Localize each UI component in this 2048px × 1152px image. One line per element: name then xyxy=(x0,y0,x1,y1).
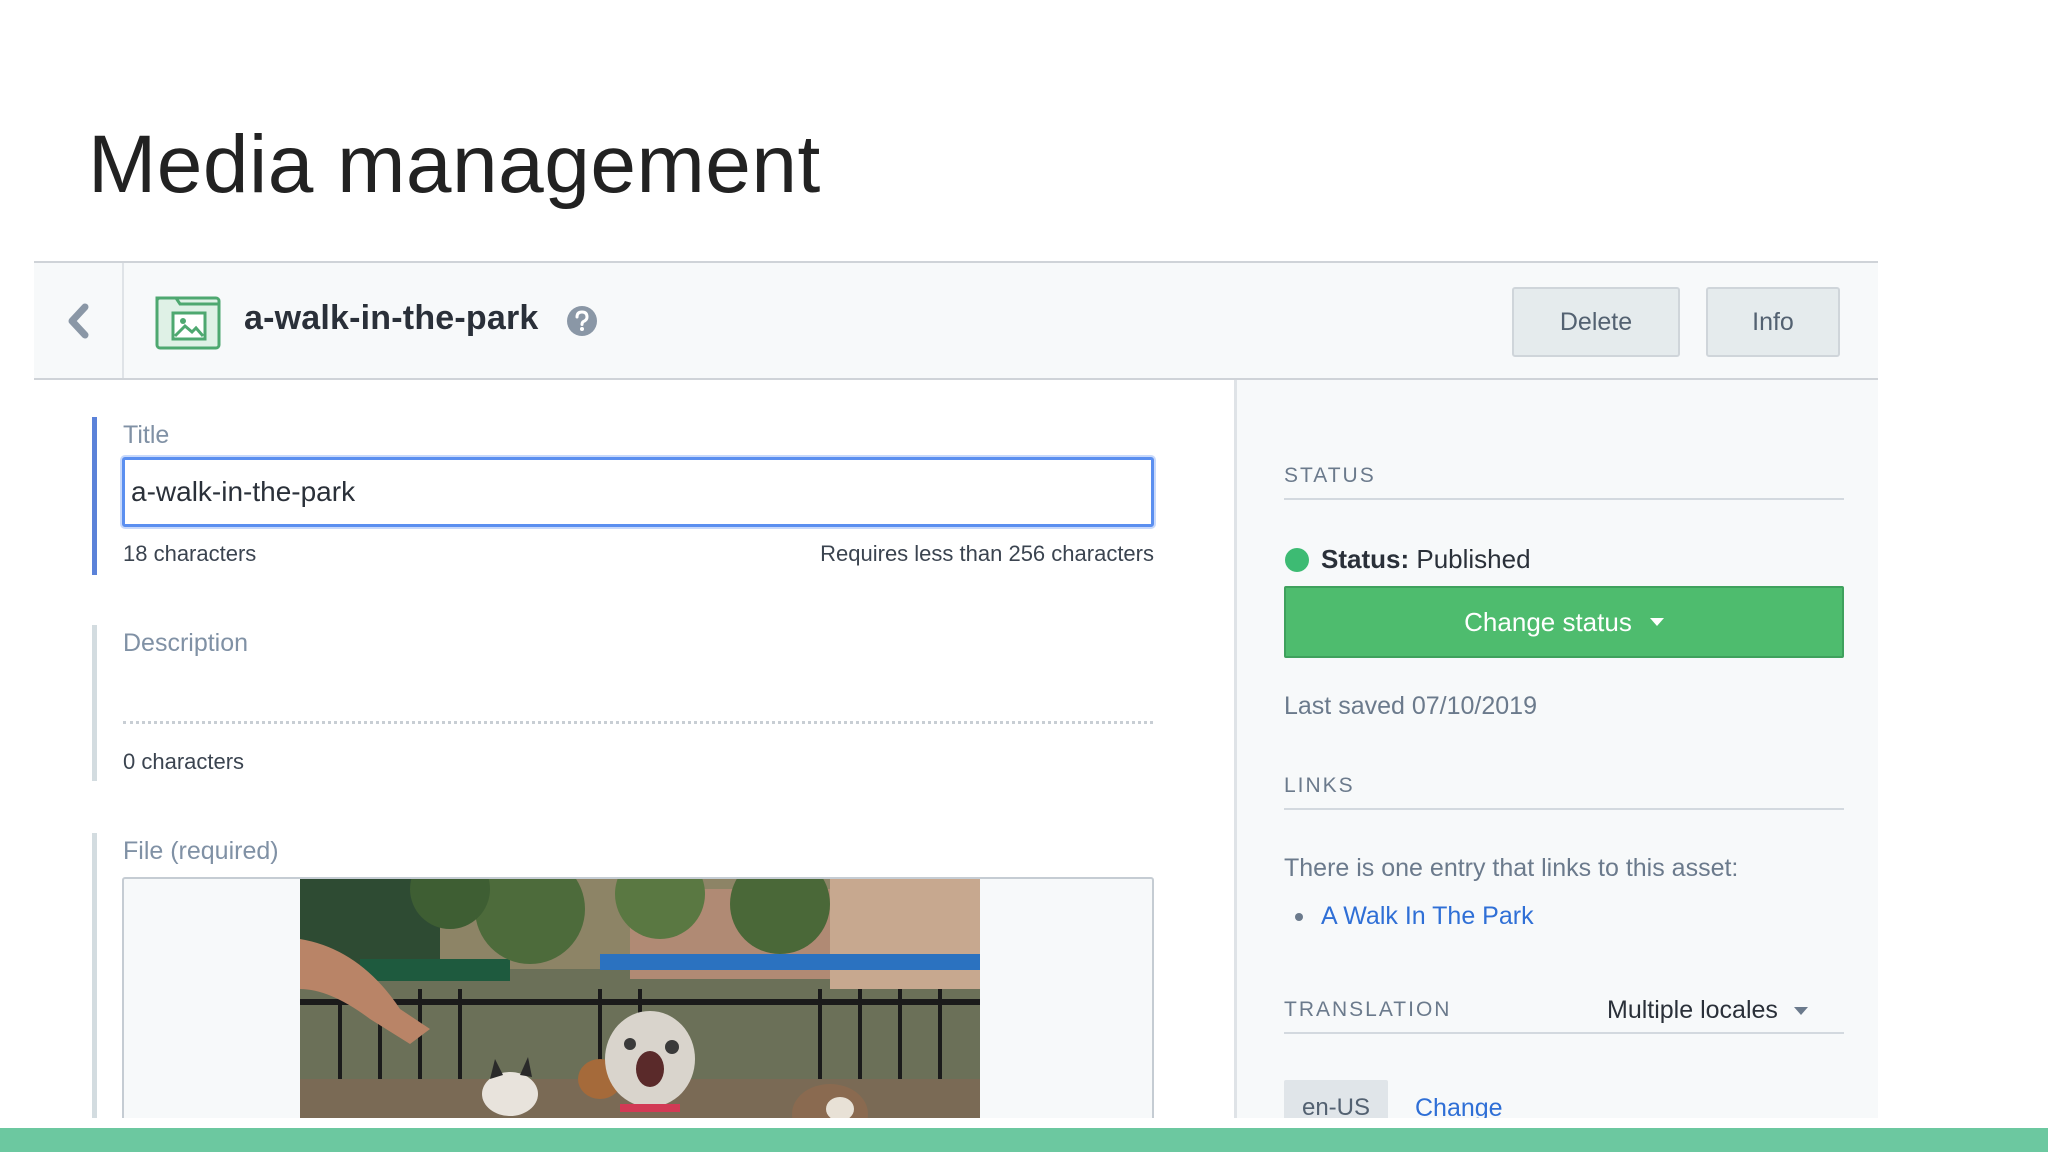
linked-entry-link[interactable]: A Walk In The Park xyxy=(1321,902,1534,931)
change-status-button[interactable]: Change status xyxy=(1284,586,1844,658)
description-field-indicator xyxy=(92,625,97,781)
entry-sidebar: STATUS Status: Published Change status L… xyxy=(1234,380,1878,1118)
status-heading: STATUS xyxy=(1284,464,1844,500)
image-asset-icon xyxy=(155,296,221,350)
dog-park-photo xyxy=(300,879,980,1118)
description-char-count: 0 characters xyxy=(123,749,245,774)
media-editor-window: a-walk-in-the-park Delete Info Title 18 … xyxy=(34,261,1878,1118)
entry-title: a-walk-in-the-park xyxy=(244,299,539,337)
locale-tag: en-US xyxy=(1284,1080,1388,1118)
status-line: Status: Published xyxy=(1321,544,1531,575)
help-icon[interactable] xyxy=(566,305,598,337)
bottom-accent-band xyxy=(0,1128,2048,1152)
status-indicator-dot xyxy=(1285,548,1309,572)
bullet-icon xyxy=(1295,912,1303,921)
title-label: Title xyxy=(123,421,170,449)
file-preview-box[interactable] xyxy=(122,877,1154,1118)
title-field-indicator xyxy=(92,417,97,575)
description-label: Description xyxy=(123,629,249,657)
locale-mode-select[interactable]: Multiple locales xyxy=(1607,996,1808,1025)
change-locale-link[interactable]: Change xyxy=(1415,1094,1503,1118)
file-field-indicator xyxy=(92,833,97,1118)
description-input[interactable] xyxy=(123,685,1153,724)
title-char-limit: Requires less than 256 characters xyxy=(820,541,1154,566)
slide-title: Media management xyxy=(88,119,821,210)
file-label: File (required) xyxy=(123,837,279,865)
links-heading: LINKS xyxy=(1284,774,1844,810)
title-char-count: 18 characters xyxy=(123,541,257,566)
links-description: There is one entry that links to this as… xyxy=(1284,854,1739,882)
change-status-label: Change status xyxy=(1464,606,1632,637)
status-value: Published xyxy=(1416,544,1531,574)
back-button[interactable] xyxy=(34,263,124,378)
link-list-item[interactable]: A Walk In The Park xyxy=(1295,902,1534,931)
delete-button[interactable]: Delete xyxy=(1512,287,1680,357)
last-saved-text: Last saved 07/10/2019 xyxy=(1284,692,1537,720)
caret-down-icon xyxy=(1649,618,1664,626)
caret-down-icon xyxy=(1793,1006,1808,1015)
title-input[interactable] xyxy=(122,457,1154,527)
info-button[interactable]: Info xyxy=(1706,287,1840,357)
locale-mode-value: Multiple locales xyxy=(1607,996,1778,1024)
chevron-left-icon xyxy=(68,303,89,338)
entry-topbar: a-walk-in-the-park Delete Info xyxy=(34,261,1878,380)
status-key: Status: xyxy=(1321,544,1410,574)
